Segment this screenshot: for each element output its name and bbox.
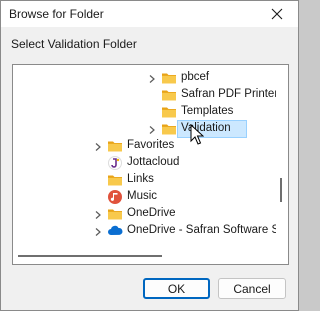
folder-icon [161, 121, 177, 137]
chevron-right-icon[interactable] [93, 226, 103, 236]
folder-icon [161, 104, 177, 120]
chevron-right-icon[interactable] [93, 141, 103, 151]
window-title: Browse for Folder [9, 7, 104, 21]
horizontal-scrollbar[interactable] [13, 246, 275, 264]
folder-icon [161, 70, 177, 86]
folder-icon [107, 138, 123, 154]
cancel-button[interactable]: Cancel [218, 278, 286, 299]
folder-icon [161, 87, 177, 103]
tree-item-onedrive-safran-software-solu[interactable]: OneDrive - Safran Software Solu [13, 221, 288, 241]
folder-tree[interactable]: pbcef Safran PDF Printer Templates Validati… [12, 64, 289, 265]
folder-icon [107, 206, 123, 222]
close-icon [271, 8, 283, 20]
tree-item-label: Links [127, 173, 154, 185]
title-bar: Browse for Folder [1, 1, 298, 27]
tree-item-label: Templates [181, 105, 234, 117]
horizontal-scrollbar-thumb[interactable] [18, 255, 162, 257]
tree-item-label: Favorites [127, 139, 175, 151]
jottacloud-icon [107, 155, 123, 171]
vertical-scrollbar[interactable] [276, 65, 288, 245]
ok-button[interactable]: OK [143, 278, 210, 299]
folder-icon [107, 172, 123, 188]
chevron-right-icon[interactable] [147, 73, 157, 83]
music-icon [107, 189, 123, 205]
tree-item-label: Safran PDF Printer [181, 88, 279, 100]
tree-item-label: OneDrive [127, 207, 176, 219]
tree-item-label: Jottacloud [127, 156, 180, 168]
browse-for-folder-dialog: Browse for Folder Select Validation Fold… [0, 0, 299, 311]
tree-item-label: Music [127, 190, 158, 202]
tree-item-label: OneDrive - Safran Software Solu [127, 224, 289, 236]
vertical-scrollbar-thumb[interactable] [280, 178, 282, 202]
scrollbar-corner [276, 246, 288, 264]
tree-item-label: pbcef [181, 71, 210, 83]
chevron-right-icon[interactable] [147, 124, 157, 134]
tree-item-label: Validation [181, 122, 231, 134]
chevron-right-icon[interactable] [93, 209, 103, 219]
close-button[interactable] [256, 1, 298, 27]
onedrive-icon [107, 223, 123, 239]
prompt-text: Select Validation Folder [11, 37, 137, 51]
mouse-cursor-icon [190, 124, 204, 145]
